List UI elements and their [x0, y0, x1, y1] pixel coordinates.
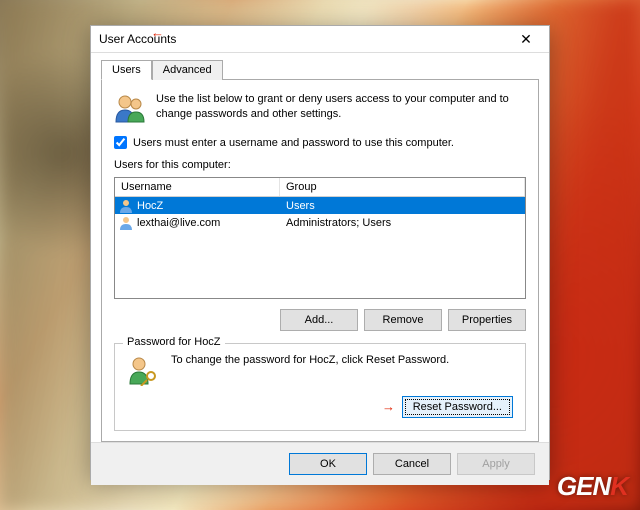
require-password-label: Users must enter a username and password… — [133, 137, 454, 149]
row-group: Administrators; Users — [280, 217, 525, 229]
password-legend: Password for HocZ — [123, 336, 225, 348]
dialog-body: Users Advanced Use the list below to gra… — [91, 53, 549, 442]
window-title: User Accounts — [99, 32, 505, 46]
add-button[interactable]: Add... — [280, 309, 358, 331]
user-icon — [118, 198, 134, 214]
tab-panel-users: Use the list below to grant or deny user… — [101, 79, 539, 442]
users-list[interactable]: Username Group HocZ Users ← lexthai@live… — [114, 177, 526, 299]
list-rows: HocZ Users ← lexthai@live.com Administra… — [115, 197, 525, 298]
cancel-button[interactable]: Cancel — [373, 453, 451, 475]
intro-text: Use the list below to grant or deny user… — [156, 92, 526, 122]
users-icon — [114, 92, 146, 124]
row-username: lexthai@live.com — [137, 217, 280, 229]
tab-strip: Users Advanced — [101, 60, 539, 80]
key-user-icon — [127, 354, 159, 386]
annotation-arrow-icon: → — [382, 399, 395, 414]
watermark-text: GEN — [557, 471, 610, 501]
user-icon — [118, 215, 134, 231]
users-list-label: Users for this computer: — [114, 159, 526, 171]
list-row[interactable]: lexthai@live.com Administrators; Users — [115, 214, 525, 231]
password-text: To change the password for HocZ, click R… — [171, 354, 513, 366]
intro-row: Use the list below to grant or deny user… — [114, 92, 526, 124]
list-row[interactable]: HocZ Users ← — [115, 197, 525, 214]
col-group[interactable]: Group — [280, 178, 525, 196]
require-password-checkbox-row[interactable]: Users must enter a username and password… — [114, 136, 526, 149]
watermark-text-k: K — [610, 471, 628, 501]
row-group: Users — [280, 200, 525, 212]
dialog-footer: OK Cancel Apply — [91, 442, 549, 485]
tab-users[interactable]: Users — [101, 60, 152, 80]
remove-button[interactable]: Remove — [364, 309, 442, 331]
require-password-checkbox[interactable] — [114, 136, 127, 149]
close-button[interactable]: ✕ — [505, 26, 547, 52]
col-username[interactable]: Username — [115, 178, 280, 196]
list-buttons: Add... Remove Properties — [114, 309, 526, 331]
ok-button[interactable]: OK — [289, 453, 367, 475]
properties-button[interactable]: Properties — [448, 309, 526, 331]
tab-advanced[interactable]: Advanced — [152, 60, 223, 80]
titlebar: User Accounts ✕ — [91, 26, 549, 53]
apply-button[interactable]: Apply — [457, 453, 535, 475]
user-accounts-dialog: User Accounts ✕ Users Advanced Use the l… — [90, 25, 550, 480]
list-header: Username Group — [115, 178, 525, 197]
password-row: To change the password for HocZ, click R… — [127, 354, 513, 386]
password-groupbox: Password for HocZ To change the password… — [114, 343, 526, 431]
watermark-logo: GENK — [557, 471, 628, 502]
row-username: HocZ — [137, 200, 280, 212]
close-icon: ✕ — [520, 31, 532, 48]
reset-password-button[interactable]: Reset Password... — [402, 396, 513, 418]
